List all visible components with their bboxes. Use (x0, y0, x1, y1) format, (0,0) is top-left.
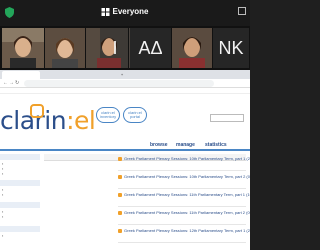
participant-video (172, 28, 212, 68)
result-item[interactable]: Greek Parliament Plenary Sessions: 11th … (118, 192, 250, 212)
divider (118, 206, 246, 207)
reload-icon[interactable]: ↻ (15, 80, 19, 86)
grid-view-icon (101, 7, 110, 16)
participant-initials-tile[interactable]: I (100, 28, 130, 68)
participant-video-tile[interactable] (172, 28, 212, 68)
result-title[interactable]: Greek Parliament Plenary Sessions: 12th … (124, 228, 250, 233)
tab-strip: + (0, 70, 250, 79)
new-tab-button[interactable]: + (119, 71, 125, 79)
facet-option[interactable]: ▪ (2, 162, 3, 166)
inventory-link[interactable]: clarin:el inventory (96, 107, 120, 123)
clarin-logo[interactable]: clarin:el (0, 106, 96, 135)
divider (118, 242, 246, 243)
participant-initials-tile[interactable]: NK (213, 28, 249, 68)
facet-header[interactable] (0, 226, 40, 232)
result-title[interactable]: Greek Parliament Plenary Sessions: 10th … (124, 174, 250, 179)
result-item[interactable]: Greek Parliament Plenary Sessions: 10th … (118, 156, 250, 176)
facet-option[interactable]: ▪ (2, 234, 3, 238)
nav-statistics[interactable]: statistics (205, 142, 227, 148)
resource-icon (118, 157, 122, 161)
resource-icon (118, 229, 122, 233)
facet-option[interactable]: ▪ (2, 188, 3, 192)
participant-initials-tile[interactable]: ΑΔ (130, 28, 171, 68)
result-item[interactable]: Greek Parliament Plenary Sessions: 12th … (118, 228, 250, 248)
participant-video-tile[interactable] (45, 28, 85, 68)
browser-tab[interactable] (41, 71, 79, 79)
facet-option[interactable]: ▪ (2, 215, 3, 219)
participant-video (2, 28, 44, 68)
url-field[interactable] (24, 80, 214, 87)
window-controls (238, 7, 246, 15)
page-content: clarin:el clarin:el inventory clarin:el … (0, 94, 250, 250)
fullscreen-icon[interactable] (238, 7, 246, 15)
result-item[interactable]: Greek Parliament Plenary Sessions: 11th … (118, 210, 250, 230)
participant-video-tile[interactable] (2, 28, 44, 68)
participant-initials: NK (218, 37, 244, 58)
result-title[interactable]: Greek Parliament Plenary Sessions: 10th … (124, 156, 250, 161)
facet-header[interactable] (0, 154, 40, 160)
participant-initials: I (112, 37, 118, 58)
browser-window: + ← → ↻ clarin:el clarin:el inventory cl… (0, 70, 250, 250)
main-nav: browse manage statistics (0, 139, 250, 151)
nav-manage[interactable]: manage (176, 142, 195, 148)
result-item[interactable]: Greek Parliament Plenary Sessions: 10th … (118, 174, 250, 194)
nav-browse[interactable]: browse (150, 142, 168, 148)
logo-speech-bubble (30, 104, 44, 118)
browser-tab[interactable] (2, 71, 40, 79)
divider (118, 224, 246, 225)
speaker-view-toggle[interactable]: Everyone (101, 7, 149, 16)
logo-suffix: :el (66, 106, 96, 135)
portal-link[interactable]: clarin:el portal (123, 107, 147, 123)
facet-sidebar: ▪ ▪ ▪ ▪ ▪ ▪ ▪ ▪ (0, 154, 40, 250)
browser-tab[interactable] (80, 71, 118, 79)
view-label: Everyone (112, 7, 149, 16)
shield-icon[interactable] (5, 7, 14, 18)
back-icon[interactable]: ← (3, 80, 8, 86)
result-title[interactable]: Greek Parliament Plenary Sessions: 11th … (124, 210, 250, 215)
meeting-top-bar: Everyone (0, 0, 250, 26)
resource-icon (118, 211, 122, 215)
participant-initials: ΑΔ (138, 37, 163, 58)
forward-icon[interactable]: → (9, 80, 14, 86)
divider (118, 170, 246, 171)
facet-option[interactable]: ▪ (2, 167, 3, 171)
result-title[interactable]: Greek Parliament Plenary Sessions: 11th … (124, 192, 250, 197)
facet-header[interactable] (0, 180, 40, 186)
facet-header[interactable] (0, 202, 40, 208)
resource-icon (118, 175, 122, 179)
resource-icon (118, 193, 122, 197)
facet-option[interactable]: ▪ (2, 210, 3, 214)
facet-option[interactable]: ▪ (2, 193, 3, 197)
divider (118, 188, 246, 189)
participant-video (45, 28, 85, 68)
search-input[interactable] (210, 114, 244, 122)
address-bar-row: ← → ↻ (0, 79, 250, 88)
facet-option[interactable]: ▪ (2, 172, 3, 176)
